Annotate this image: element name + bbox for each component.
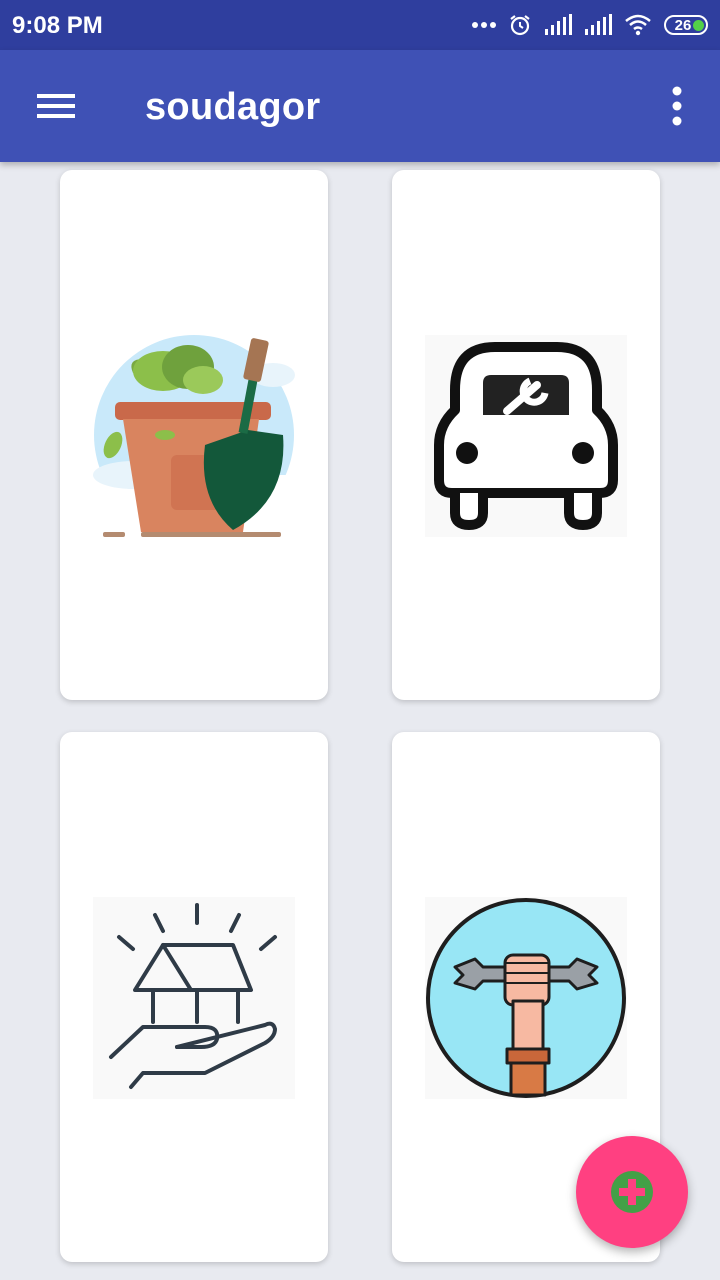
status-icons: 26 xyxy=(472,10,708,40)
add-circle-icon xyxy=(611,1171,653,1213)
signal-icon xyxy=(545,14,572,35)
app-title: soudagor xyxy=(145,86,321,128)
status-time: 9:08 PM xyxy=(12,12,103,39)
garden-pot-shovel-icon xyxy=(93,335,295,537)
alarm-icon xyxy=(510,15,530,36)
home-in-hand-icon xyxy=(93,897,295,1099)
battery-level: 26 xyxy=(674,16,692,34)
signal-icon xyxy=(585,14,612,35)
more-dots-icon xyxy=(472,22,496,28)
car-repair-icon xyxy=(425,335,627,537)
category-card-car-repair[interactable] xyxy=(392,170,660,700)
hand-wrench-icon xyxy=(425,897,627,1099)
category-card-garden[interactable] xyxy=(60,170,328,700)
app-bar: soudagor xyxy=(0,50,720,162)
menu-button[interactable] xyxy=(32,86,80,126)
hamburger-menu-icon xyxy=(37,94,75,118)
overflow-menu-button[interactable] xyxy=(662,84,692,128)
more-vert-icon xyxy=(672,86,682,126)
add-fab-button[interactable] xyxy=(576,1136,688,1248)
wifi-icon xyxy=(625,14,651,36)
status-bar: 9:08 PM 26 xyxy=(0,0,720,50)
category-card-home-service[interactable] xyxy=(60,732,328,1262)
battery-icon: 26 xyxy=(664,15,708,35)
